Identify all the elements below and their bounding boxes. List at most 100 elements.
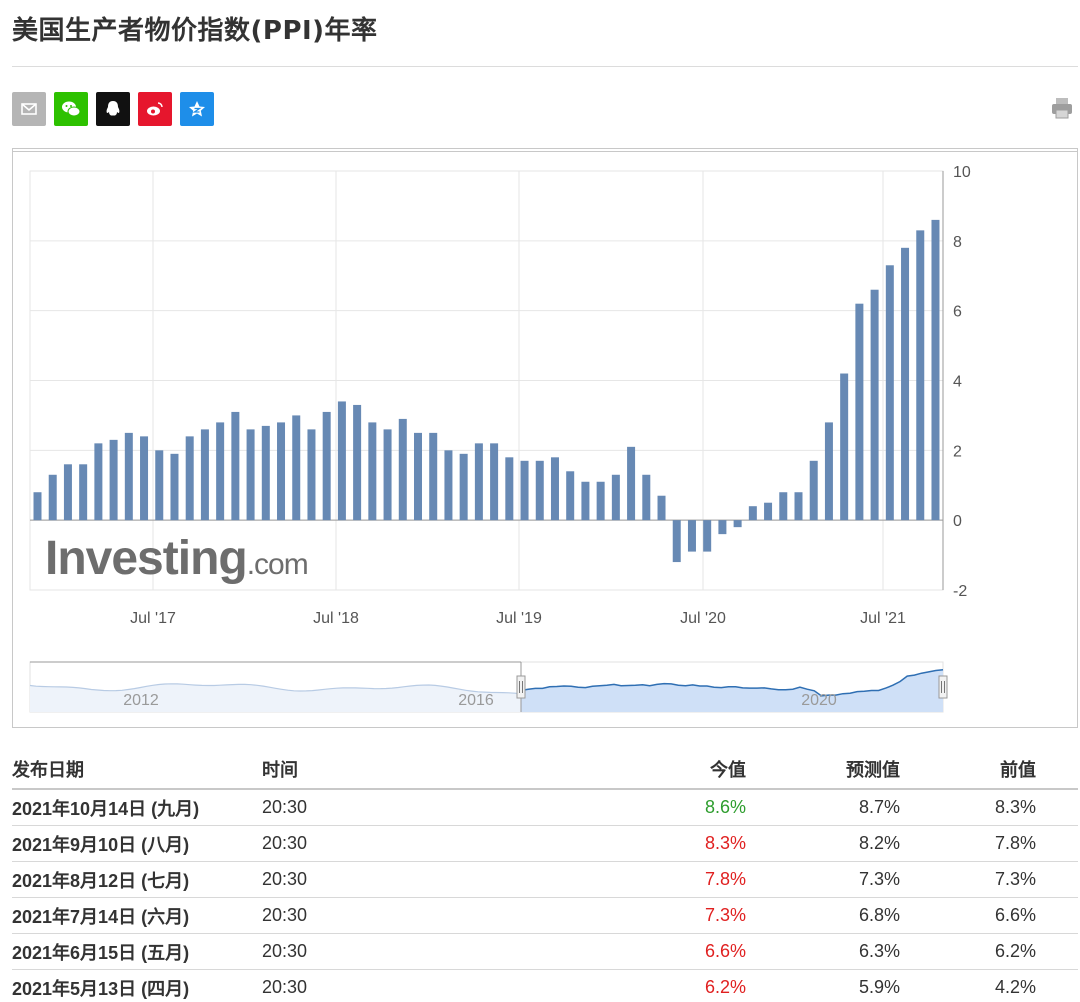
data-bar[interactable] [185, 436, 194, 521]
data-bar[interactable] [48, 474, 57, 521]
data-bar[interactable] [459, 453, 468, 521]
weibo-share-button[interactable] [138, 92, 172, 126]
email-share-button[interactable] [12, 92, 46, 126]
data-bar[interactable] [855, 303, 864, 521]
row-date: 2021年7月14日 (六月) [12, 906, 190, 927]
table-header-row: 发布日期 时间 今值 预测值 前值 [12, 750, 1078, 790]
data-bar[interactable] [840, 373, 849, 521]
row-date: 2021年5月13日 (四月) [12, 978, 190, 999]
header-actual[interactable]: 今值 [710, 750, 746, 788]
y-tick-label: 4 [953, 374, 962, 391]
row-time: 20:30 [262, 797, 308, 817]
data-bar[interactable] [292, 415, 301, 521]
chart-top-rule [12, 151, 1078, 152]
data-bar[interactable] [794, 492, 803, 521]
data-bar[interactable] [870, 289, 879, 521]
y-tick-label: 6 [953, 304, 962, 321]
data-bar[interactable] [368, 422, 377, 521]
data-bar[interactable] [33, 492, 42, 521]
qq-icon [106, 101, 120, 116]
row-time: 20:30 [262, 941, 308, 961]
print-button[interactable] [1048, 94, 1076, 122]
data-bar[interactable] [398, 418, 407, 521]
qq-share-button[interactable] [96, 92, 130, 126]
data-bar[interactable] [322, 411, 331, 521]
data-bar[interactable] [429, 432, 438, 521]
data-bar[interactable] [353, 404, 362, 521]
data-bar[interactable] [687, 520, 696, 552]
data-bar[interactable] [809, 460, 818, 521]
data-bar[interactable] [748, 506, 757, 521]
data-bar[interactable] [901, 247, 910, 521]
row-actual: 8.3% [704, 833, 746, 853]
data-bar[interactable] [200, 429, 209, 521]
data-bar[interactable] [550, 457, 559, 521]
qzone-share-button[interactable] [180, 92, 214, 126]
table-row: 2021年6月15日 (五月) 20:30 6.6% 6.3% 6.2% [12, 934, 1078, 970]
header-forecast[interactable]: 预测值 [846, 750, 900, 788]
row-time: 20:30 [262, 833, 308, 853]
data-bar[interactable] [337, 401, 346, 521]
wechat-share-button[interactable] [54, 92, 88, 126]
data-bar[interactable] [535, 460, 544, 521]
data-bar[interactable] [277, 422, 286, 521]
navigator-left-handle[interactable] [516, 675, 526, 699]
weibo-icon [147, 102, 163, 116]
data-bar[interactable] [916, 230, 925, 521]
header-date[interactable]: 发布日期 [12, 750, 84, 788]
header-previous[interactable]: 前值 [1000, 750, 1036, 788]
row-actual: 6.2% [704, 977, 746, 997]
row-previous: 8.3% [994, 797, 1036, 817]
data-bar[interactable] [474, 443, 483, 521]
x-tick-label: Jul '19 [496, 610, 542, 627]
data-bar[interactable] [444, 450, 453, 521]
data-bar[interactable] [414, 432, 422, 521]
row-forecast: 5.9% [858, 977, 900, 997]
data-bar[interactable] [170, 453, 179, 521]
data-bar[interactable] [307, 429, 316, 521]
data-bar[interactable] [733, 520, 742, 528]
x-tick-label: Jul '21 [860, 610, 906, 627]
data-bar[interactable] [824, 422, 833, 521]
data-bar[interactable] [581, 481, 590, 521]
row-date: 2021年10月14日 (九月) [12, 798, 200, 819]
data-bar[interactable] [627, 446, 636, 521]
x-tick-label: Jul '18 [313, 610, 359, 627]
data-bar[interactable] [109, 439, 118, 521]
row-previous: 4.2% [994, 977, 1036, 997]
data-bar[interactable] [596, 481, 605, 521]
data-bar[interactable] [246, 429, 255, 521]
data-bar[interactable] [63, 464, 72, 521]
data-bar[interactable] [764, 502, 773, 521]
data-bar[interactable] [261, 425, 270, 521]
data-bar[interactable] [520, 460, 529, 521]
data-bar[interactable] [931, 219, 940, 521]
data-bar[interactable] [611, 474, 620, 521]
data-bar[interactable] [216, 422, 225, 521]
data-bar[interactable] [703, 520, 712, 552]
data-bar[interactable] [657, 495, 666, 521]
data-bar[interactable] [885, 265, 894, 521]
data-bar[interactable] [140, 436, 149, 521]
data-bar[interactable] [779, 492, 788, 521]
navigator-right-handle[interactable] [938, 675, 948, 699]
data-bar[interactable] [124, 432, 133, 521]
row-date: 2021年6月15日 (五月) [12, 942, 190, 963]
data-bar[interactable] [79, 464, 88, 521]
row-previous: 6.6% [994, 905, 1036, 925]
data-bar[interactable] [490, 443, 499, 521]
data-bar[interactable] [566, 471, 575, 521]
data-bar[interactable] [231, 411, 240, 521]
data-bar[interactable] [505, 457, 514, 521]
data-bar[interactable] [94, 443, 103, 521]
data-bar[interactable] [672, 520, 681, 563]
x-tick-label: Jul '20 [680, 610, 726, 627]
data-bar[interactable] [383, 429, 392, 521]
row-actual: 7.8% [704, 869, 746, 889]
ppi-bar-chart: Investing.com1086420-2Jul '17 Jul '18 Jul … [29, 164, 971, 713]
data-bar[interactable] [718, 520, 727, 535]
header-time[interactable]: 时间 [262, 750, 298, 788]
qzone-icon [189, 101, 205, 117]
data-bar[interactable] [155, 450, 164, 521]
data-bar[interactable] [642, 474, 651, 521]
